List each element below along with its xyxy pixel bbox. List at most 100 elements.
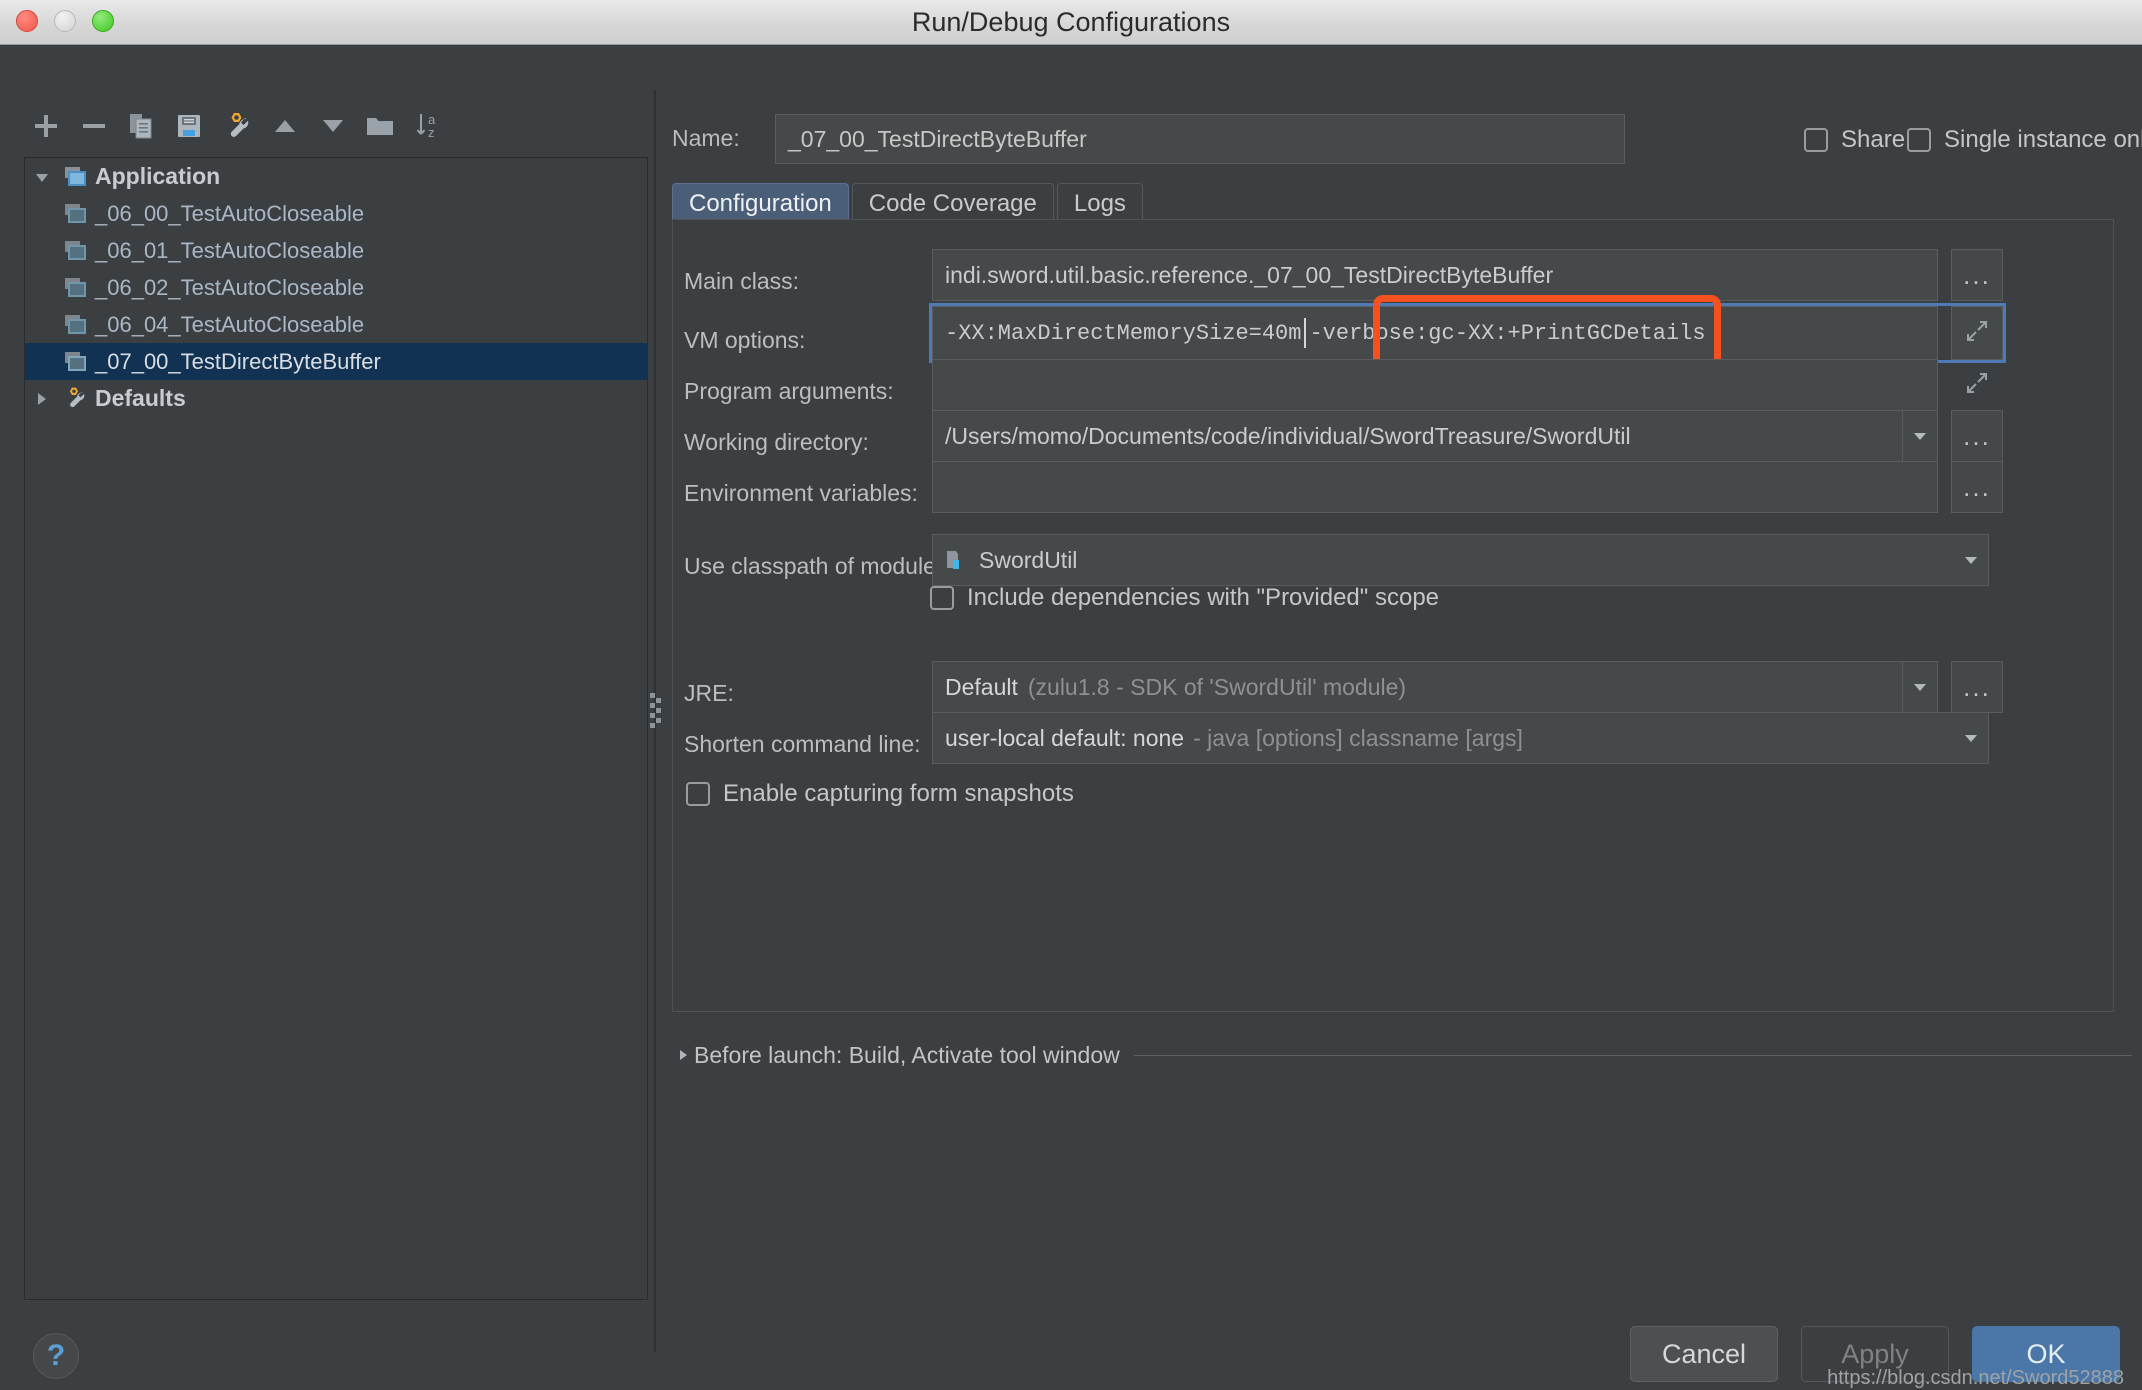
environment-variables-input[interactable] — [932, 461, 1938, 513]
remove-icon — [79, 111, 109, 141]
shorten-command-line-select[interactable]: user-local default: none - java [options… — [932, 712, 1989, 764]
wrench-icon — [220, 110, 254, 142]
tab-configuration[interactable]: Configuration — [672, 183, 849, 223]
jre-select[interactable]: Default (zulu1.8 - SDK of 'SwordUtil' mo… — [932, 661, 1938, 713]
svg-text:z: z — [428, 125, 435, 140]
before-launch-label: Before launch: Build, Activate tool wind… — [694, 1041, 1120, 1068]
tree-node-label: Application — [95, 163, 221, 189]
tab-code-coverage[interactable]: Code Coverage — [851, 183, 1054, 223]
environment-variables-label: Environment variables: — [684, 480, 918, 506]
chevron-down-icon — [1965, 557, 1977, 564]
module-icon — [945, 548, 969, 572]
enable-snapshots-checkbox[interactable]: Enable capturing form snapshots — [686, 780, 1074, 808]
sort-az-icon: a z — [412, 110, 444, 142]
vm-options-label: VM options: — [684, 327, 806, 353]
move-down-button[interactable] — [309, 103, 357, 149]
splitter-handle[interactable] — [650, 693, 662, 733]
enable-snapshots-label: Enable capturing form snapshots — [723, 780, 1074, 807]
collapse-arrow-icon[interactable] — [25, 390, 59, 408]
shorten-command-line-dropdown-button[interactable] — [1954, 713, 1988, 763]
run-debug-configurations-dialog: Run/Debug Configurations a z Application… — [0, 0, 2142, 1389]
tree-node-application[interactable]: Application — [25, 158, 647, 195]
folder-icon — [364, 111, 396, 141]
share-checkbox-box[interactable] — [1804, 128, 1828, 152]
main-class-browse-button[interactable]: ... — [1951, 249, 2003, 301]
before-launch-section[interactable]: Before launch: Build, Activate tool wind… — [672, 1035, 2132, 1075]
working-directory-input[interactable]: /Users/momo/Documents/code/individual/Sw… — [932, 410, 1938, 462]
edit-defaults-button[interactable] — [213, 103, 261, 149]
tree-node-_06_01_TestAutoCloseable[interactable]: _06_01_TestAutoCloseable — [25, 232, 647, 269]
program-arguments-expand-button[interactable] — [1951, 359, 2003, 411]
name-row: Name: _07_00_TestDirectByteBuffer Share … — [664, 111, 2142, 165]
configurations-toolbar: a z — [22, 103, 452, 149]
vm-options-text-part1: -XX:MaxDirectMemorySize=40m — [945, 320, 1302, 346]
run-config-icon — [59, 202, 93, 226]
before-launch-expand-icon[interactable] — [672, 1048, 694, 1062]
tree-node-defaults[interactable]: Defaults — [25, 380, 647, 417]
vm-options-text-part3: -XX:+PrintGCDetails — [1454, 320, 1706, 346]
jre-label: JRE: — [684, 680, 734, 706]
single-instance-checkbox[interactable]: Single instance only — [1907, 126, 2142, 154]
help-button[interactable]: ? — [33, 1333, 79, 1379]
include-provided-checkbox[interactable]: Include dependencies with "Provided" sco… — [930, 584, 1439, 612]
tree-node-_07_00_TestDirectByteBuffer[interactable]: _07_00_TestDirectByteBuffer — [25, 343, 647, 380]
share-checkbox[interactable]: Share — [1804, 126, 1905, 154]
triangle-down-icon — [318, 111, 348, 141]
tab-logs[interactable]: Logs — [1056, 183, 1143, 223]
jre-dropdown-button[interactable] — [1902, 662, 1937, 712]
remove-configuration-button[interactable] — [70, 103, 118, 149]
program-arguments-input[interactable] — [932, 359, 1938, 411]
window-title-bar: Run/Debug Configurations — [0, 0, 2142, 45]
use-classpath-select[interactable]: SwordUtil — [932, 534, 1989, 586]
tree-node-label: _07_00_TestDirectByteBuffer — [95, 348, 381, 374]
sort-alphabetically-button[interactable]: a z — [404, 103, 452, 149]
tree-node-label: _06_01_TestAutoCloseable — [95, 237, 365, 263]
run-config-icon — [59, 276, 93, 300]
before-launch-divider — [1133, 1054, 2132, 1056]
single-instance-checkbox-box[interactable] — [1907, 128, 1931, 152]
enable-snapshots-checkbox-box[interactable] — [686, 782, 710, 806]
jre-value-detail: (zulu1.8 - SDK of 'SwordUtil' module) — [1027, 673, 1407, 700]
tree-node-label: _06_02_TestAutoCloseable — [95, 274, 365, 300]
expand-arrow-icon[interactable] — [25, 168, 59, 186]
environment-variables-browse-button[interactable]: ... — [1951, 461, 2003, 513]
working-directory-label: Working directory: — [684, 429, 869, 455]
name-label: Name: — [672, 125, 740, 151]
application-icon — [59, 165, 93, 189]
working-directory-browse-button[interactable]: ... — [1951, 410, 2003, 462]
tree-node-_06_00_TestAutoCloseable[interactable]: _06_00_TestAutoCloseable — [25, 195, 647, 232]
configuration-editor: Name: _07_00_TestDirectByteBuffer Share … — [664, 90, 2142, 1352]
expand-arrows-icon — [1964, 318, 1990, 349]
vm-options-expand-button[interactable] — [1951, 306, 2003, 360]
tree-node-_06_04_TestAutoCloseable[interactable]: _06_04_TestAutoCloseable — [25, 306, 647, 343]
new-folder-button[interactable] — [356, 103, 404, 149]
use-classpath-value: SwordUtil — [979, 546, 1078, 573]
configurations-tree[interactable]: Application _06_00_TestAutoCloseable _06… — [24, 157, 648, 1300]
share-label: Share — [1841, 126, 1906, 153]
use-classpath-dropdown-button[interactable] — [1954, 535, 1988, 585]
working-directory-dropdown-button[interactable] — [1902, 411, 1937, 461]
main-class-input[interactable]: indi.sword.util.basic.reference._07_00_T… — [932, 249, 1938, 301]
include-provided-checkbox-box[interactable] — [930, 586, 954, 610]
tree-node-label: _06_00_TestAutoCloseable — [95, 200, 365, 226]
cancel-button[interactable]: Cancel — [1630, 1326, 1778, 1382]
watermark-text: https://blog.csdn.net/Sword52888 — [1827, 1367, 2124, 1389]
expand-arrows-icon — [1964, 370, 1990, 401]
editor-tabs: Configuration Code Coverage Logs — [672, 179, 1146, 223]
add-configuration-button[interactable] — [22, 103, 70, 149]
move-up-button[interactable] — [261, 103, 309, 149]
shorten-value: user-local default: none — [945, 724, 1185, 751]
chevron-down-icon — [1965, 735, 1977, 742]
use-classpath-label: Use classpath of module: — [684, 553, 943, 579]
jre-browse-button[interactable]: ... — [1951, 661, 2003, 713]
shorten-value-detail: - java [options] classname [args] — [1193, 724, 1523, 751]
copy-configuration-button[interactable] — [118, 103, 166, 149]
tree-node-_06_02_TestAutoCloseable[interactable]: _06_02_TestAutoCloseable — [25, 269, 647, 306]
vm-options-input[interactable]: -XX:MaxDirectMemorySize=40m -verbose:gc … — [932, 306, 1938, 360]
main-class-label: Main class: — [684, 268, 800, 294]
tree-node-label: _06_04_TestAutoCloseable — [95, 311, 365, 337]
save-icon — [174, 111, 204, 141]
run-config-icon — [59, 313, 93, 337]
save-configuration-button[interactable] — [165, 103, 213, 149]
name-input[interactable]: _07_00_TestDirectByteBuffer — [775, 114, 1625, 164]
